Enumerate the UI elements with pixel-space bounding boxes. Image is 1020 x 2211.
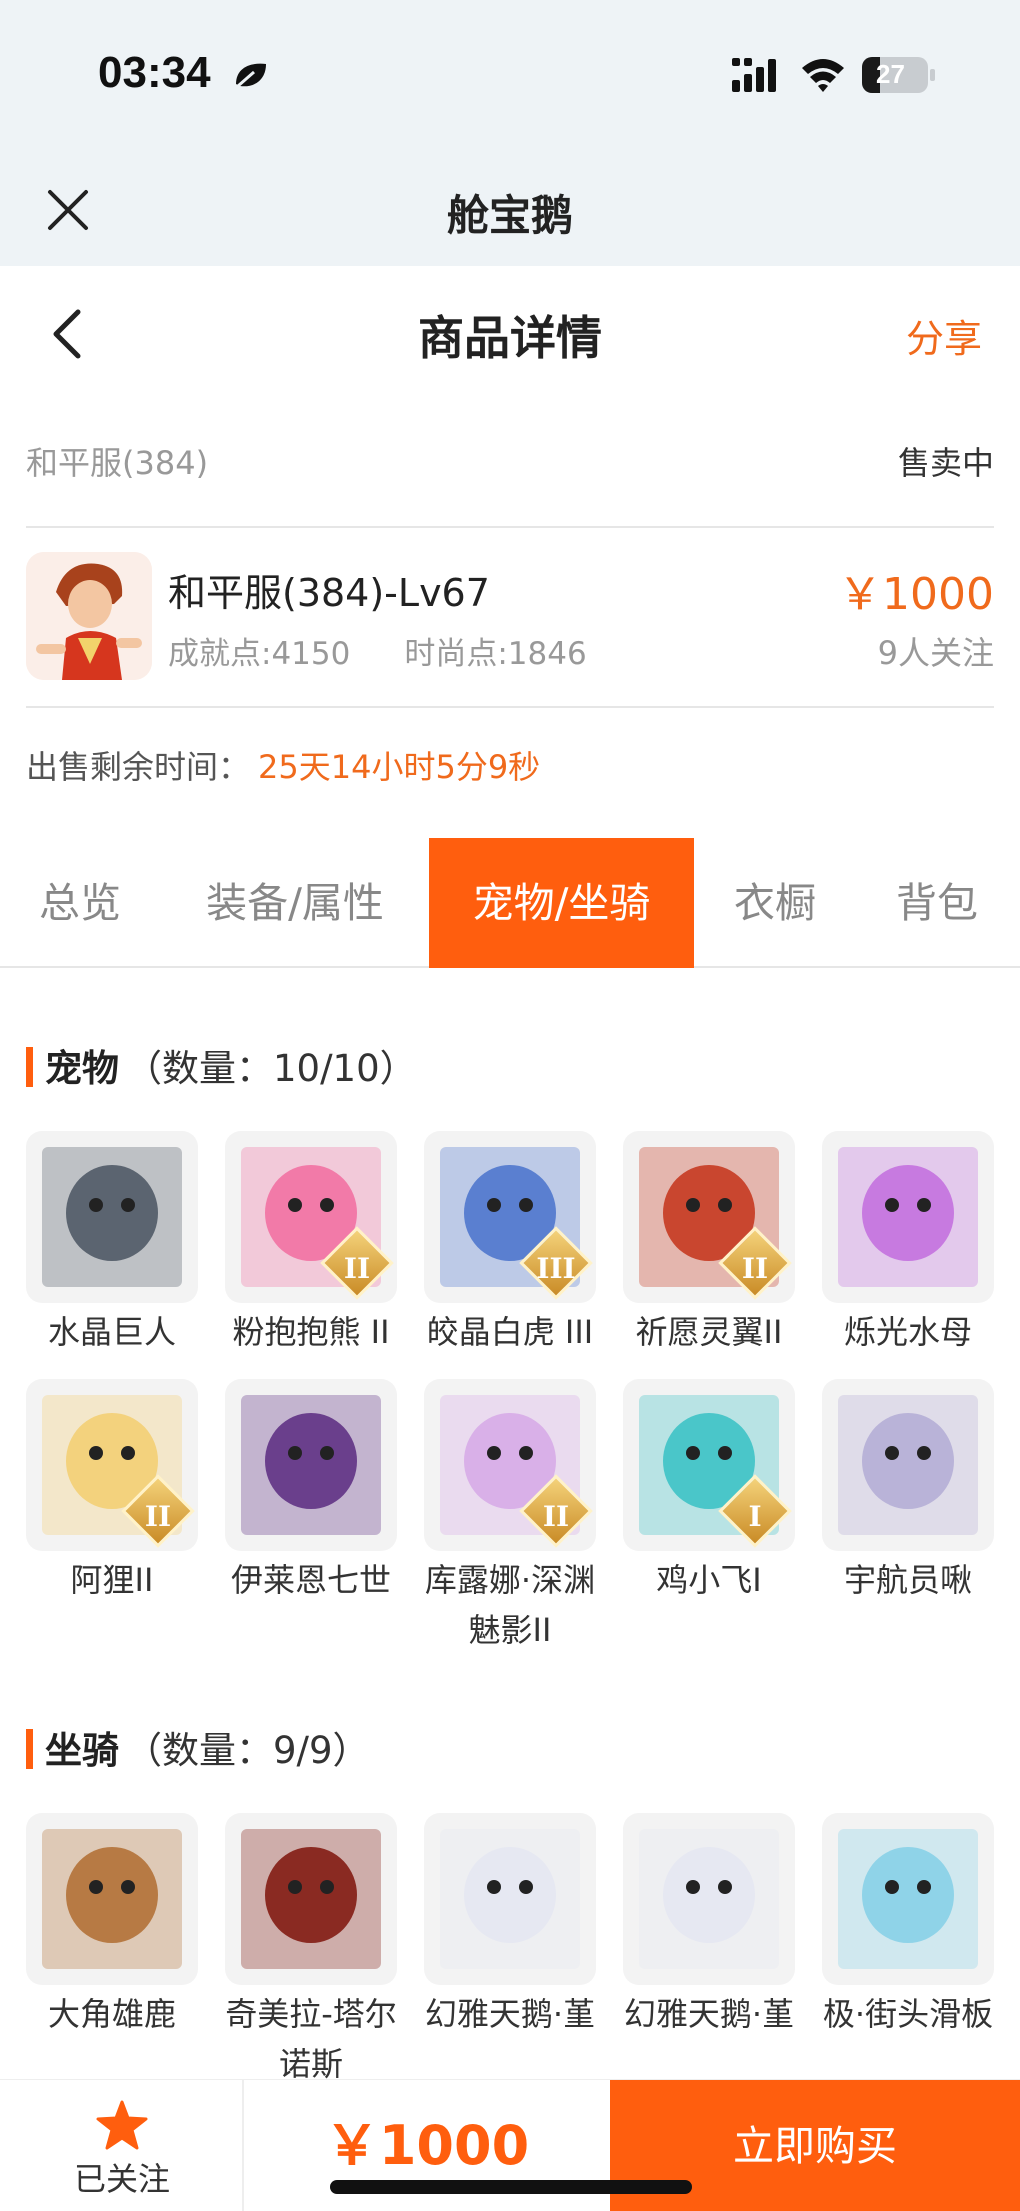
follower-count: 9人关注 xyxy=(877,634,994,672)
page-title: 商品详情 xyxy=(418,311,602,365)
tab-wardrobe[interactable]: 衣橱 xyxy=(700,838,850,968)
follow-label: 已关注 xyxy=(73,2160,170,2198)
astronaut-icon xyxy=(822,1379,994,1551)
battery-icon: 27 xyxy=(862,57,935,93)
swan-icon xyxy=(623,1813,795,1985)
status-time: 03:34 xyxy=(98,48,211,97)
leaf-icon xyxy=(236,63,266,88)
grid-item[interactable]: 大角雄鹿 xyxy=(26,1813,198,2039)
grid-item[interactable]: 奇美拉-塔尔诺斯 xyxy=(225,1813,397,2089)
grid-item-label: 粉抱抱熊 II xyxy=(232,1313,390,1351)
rank-badge-text: III xyxy=(536,1252,576,1285)
tab-backpack[interactable]: 背包 xyxy=(862,838,1012,968)
share-button[interactable]: 分享 xyxy=(906,308,982,363)
divider xyxy=(26,526,994,528)
battery-level: 27 xyxy=(876,59,905,89)
grid-item-label: 宇航员啾 xyxy=(843,1561,972,1599)
grid-item[interactable]: 水晶巨人 xyxy=(26,1131,198,1357)
grid-item-label: 幻雅天鹅·堇 xyxy=(424,1995,596,2033)
product-summary: 和平服(384)-Lv67 成就点:4150 时尚点:1846 ￥1000 9人关… xyxy=(26,552,994,682)
ali-icon: II xyxy=(26,1379,198,1551)
grid-item[interactable]: 烁光水母 xyxy=(822,1131,994,1357)
grid-item-label: 阿狸II xyxy=(70,1561,154,1599)
spirit-wing-icon: II xyxy=(623,1131,795,1303)
pink-bear-icon: II xyxy=(225,1131,397,1303)
mounts-title: 坐骑 xyxy=(45,1729,119,1772)
grid-item-label: 极·街头滑板 xyxy=(822,1995,994,2033)
chimera-icon xyxy=(225,1813,397,1985)
grid-item[interactable]: 宇航员啾 xyxy=(822,1379,994,1605)
mounts-count: （数量：9/9） xyxy=(125,1729,370,1772)
grid-item-label: 烁光水母 xyxy=(843,1313,972,1351)
fashion-points: 时尚点:1846 xyxy=(404,636,587,672)
mini-app-title: 舱宝鹅 xyxy=(446,191,573,240)
grid-item-label: 皎晶白虎 III xyxy=(426,1313,594,1351)
sale-status: 售卖中 xyxy=(897,444,994,482)
rank-badge-text: II xyxy=(343,1252,371,1285)
mounts-section-title: 坐骑 （数量：9/9） xyxy=(26,1720,370,1774)
rank-badge-text: II xyxy=(144,1500,172,1533)
pets-title: 宠物 xyxy=(45,1047,119,1090)
elaine-icon xyxy=(225,1379,397,1551)
grid-item-label: 库露娜·深渊魅影II xyxy=(424,1561,596,1649)
crystal-golem-icon xyxy=(26,1131,198,1303)
rank-badge-text: II xyxy=(542,1500,570,1533)
rank-badge-text: II xyxy=(741,1252,769,1285)
grid-item-label: 水晶巨人 xyxy=(47,1313,176,1351)
home-indicator xyxy=(330,2180,692,2194)
grid-item[interactable]: II 阿狸II xyxy=(26,1379,198,1605)
detail-tabs: 总览 装备/属性 宠物/坐骑 衣橱 背包 xyxy=(0,838,1020,968)
product-points: 成就点:4150 时尚点:1846 xyxy=(168,628,587,673)
character-avatar xyxy=(26,552,152,680)
grid-item[interactable]: II 粉抱抱熊 II xyxy=(225,1131,397,1357)
remaining-time-value: 25天14小时5分9秒 xyxy=(258,748,541,786)
wifi-icon xyxy=(802,59,844,92)
grid-item-label: 伊莱恩七世 xyxy=(230,1561,391,1599)
grid-item-label: 幻雅天鹅·堇 xyxy=(623,1995,795,2033)
grid-item-label: 鸡小飞I xyxy=(656,1561,762,1599)
deer-icon xyxy=(26,1813,198,1985)
grid-item[interactable]: I 鸡小飞I xyxy=(623,1379,795,1605)
tab-pets-mounts[interactable]: 宠物/坐骑 xyxy=(429,838,694,968)
product-name: 和平服(384)-Lv67 xyxy=(168,571,490,615)
page-nav: 商品详情 分享 xyxy=(0,266,1020,406)
skateboard-icon xyxy=(822,1813,994,1985)
signal-icon xyxy=(732,58,776,92)
grid-item-label: 祈愿灵翼II xyxy=(635,1313,783,1351)
remaining-time-label: 出售剩余时间： xyxy=(26,748,251,786)
rank-badge-text: I xyxy=(748,1500,762,1533)
mini-app-header: 03:34 27 舱宝鹅 xyxy=(0,0,1020,266)
pets-section-title: 宠物 （数量：10/10） xyxy=(26,1038,417,1092)
remaining-time: 出售剩余时间： 25天14小时5分9秒 xyxy=(26,742,540,788)
product-price: ￥1000 xyxy=(838,569,994,620)
achievement-points: 成就点:4150 xyxy=(168,636,351,672)
star-icon xyxy=(96,2100,148,2150)
grid-item-label: 奇美拉-塔尔诺斯 xyxy=(225,1995,397,2083)
server-name: 和平服(384) xyxy=(26,444,209,482)
grid-item[interactable]: III 皎晶白虎 III xyxy=(424,1131,596,1357)
follow-button[interactable]: 已关注 xyxy=(0,2080,244,2211)
grid-item[interactable]: II 祈愿灵翼II xyxy=(623,1131,795,1357)
swan-icon xyxy=(424,1813,596,1985)
status-bar: 03:34 27 xyxy=(0,0,1020,150)
chick-icon: I xyxy=(623,1379,795,1551)
pets-count: （数量：10/10） xyxy=(125,1047,417,1090)
jellyfish-icon xyxy=(822,1131,994,1303)
kuluna-icon: II xyxy=(424,1379,596,1551)
grid-item[interactable]: 伊莱恩七世 xyxy=(225,1379,397,1605)
tab-equipment[interactable]: 装备/属性 xyxy=(172,838,418,968)
grid-item-label: 大角雄鹿 xyxy=(47,1995,176,2033)
grid-item[interactable]: 极·街头滑板 xyxy=(822,1813,994,2039)
divider xyxy=(26,706,994,708)
grid-item[interactable]: 幻雅天鹅·堇 xyxy=(424,1813,596,2039)
grid-item[interactable]: II 库露娜·深渊魅影II xyxy=(424,1379,596,1655)
grid-item[interactable]: 幻雅天鹅·堇 xyxy=(623,1813,795,2039)
white-tiger-icon: III xyxy=(424,1131,596,1303)
tab-overview[interactable]: 总览 xyxy=(0,838,160,968)
